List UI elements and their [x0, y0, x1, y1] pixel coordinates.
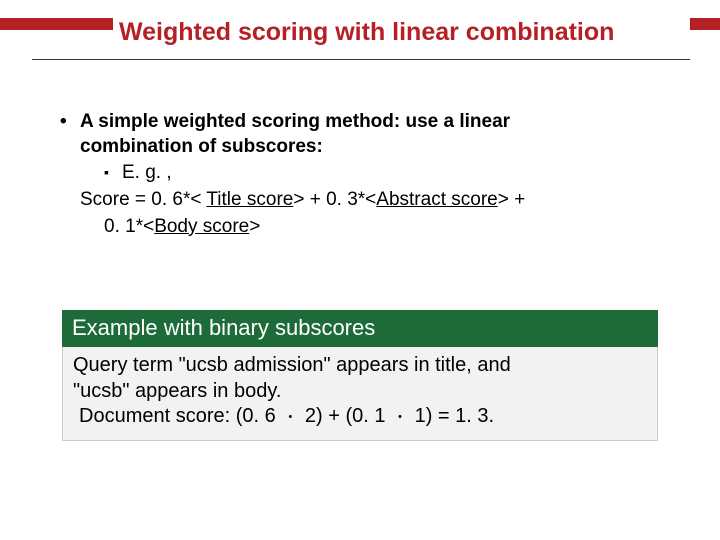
example-l3-mid1: 2) + (0. 1 [299, 405, 391, 427]
example-line1: Query term "ucsb admission" appears in t… [73, 353, 647, 379]
formula-mid1: > + 0. 3*< [293, 189, 376, 210]
example-box: Example with binary subscores Query term… [62, 310, 658, 441]
example-line2: "ucsb" appears in body. [73, 379, 647, 405]
title-bar: Weighted scoring with linear combination [0, 18, 720, 30]
formula-mid2: > + [498, 189, 525, 210]
bullet-marker: • [60, 110, 80, 135]
sub-bullet-block: ▪ E. g. , [104, 161, 660, 186]
slide: Weighted scoring with linear combination… [0, 0, 720, 540]
formula-line2: 0. 1*<Body score> [104, 215, 660, 240]
bullet-line1: A simple weighted scoring method: use a … [80, 111, 510, 132]
example-line3: Document score: (0. 6 ・ 2) + (0. 1 ・ 1) … [79, 404, 647, 430]
formula-line2-post: > [249, 216, 260, 237]
formula-line2-pre: 0. 1*< [104, 216, 154, 237]
dot-op-1: ・ [281, 410, 299, 424]
abstract-score: Abstract score [376, 189, 497, 210]
dot-op-2: ・ [391, 410, 409, 424]
body-content: • A simple weighted scoring method: use … [60, 110, 660, 239]
example-body: Query term "ucsb admission" appears in t… [62, 347, 658, 441]
example-l3-pre: Document score: (0. 6 [79, 405, 281, 427]
bullet-row: • A simple weighted scoring method: use … [60, 110, 660, 159]
slide-title: Weighted scoring with linear combination [113, 14, 690, 49]
sub-bullet-label: E. g. , [122, 161, 172, 186]
title-score: Title score [206, 189, 293, 210]
sub-bullet-marker: ▪ [104, 161, 122, 183]
example-l3-post: 1) = 1. 3. [409, 405, 494, 427]
example-header: Example with binary subscores [62, 310, 658, 347]
bullet-line2: combination of subscores: [80, 136, 323, 157]
bullet-text: A simple weighted scoring method: use a … [80, 110, 660, 159]
body-score: Body score [154, 216, 249, 237]
sub-bullet-row: ▪ E. g. , [104, 161, 660, 186]
title-underline [32, 59, 690, 60]
formula-line1: Score = 0. 6*< Title score> + 0. 3*<Abst… [80, 188, 660, 213]
formula-pre: Score = 0. 6*< [80, 189, 206, 210]
